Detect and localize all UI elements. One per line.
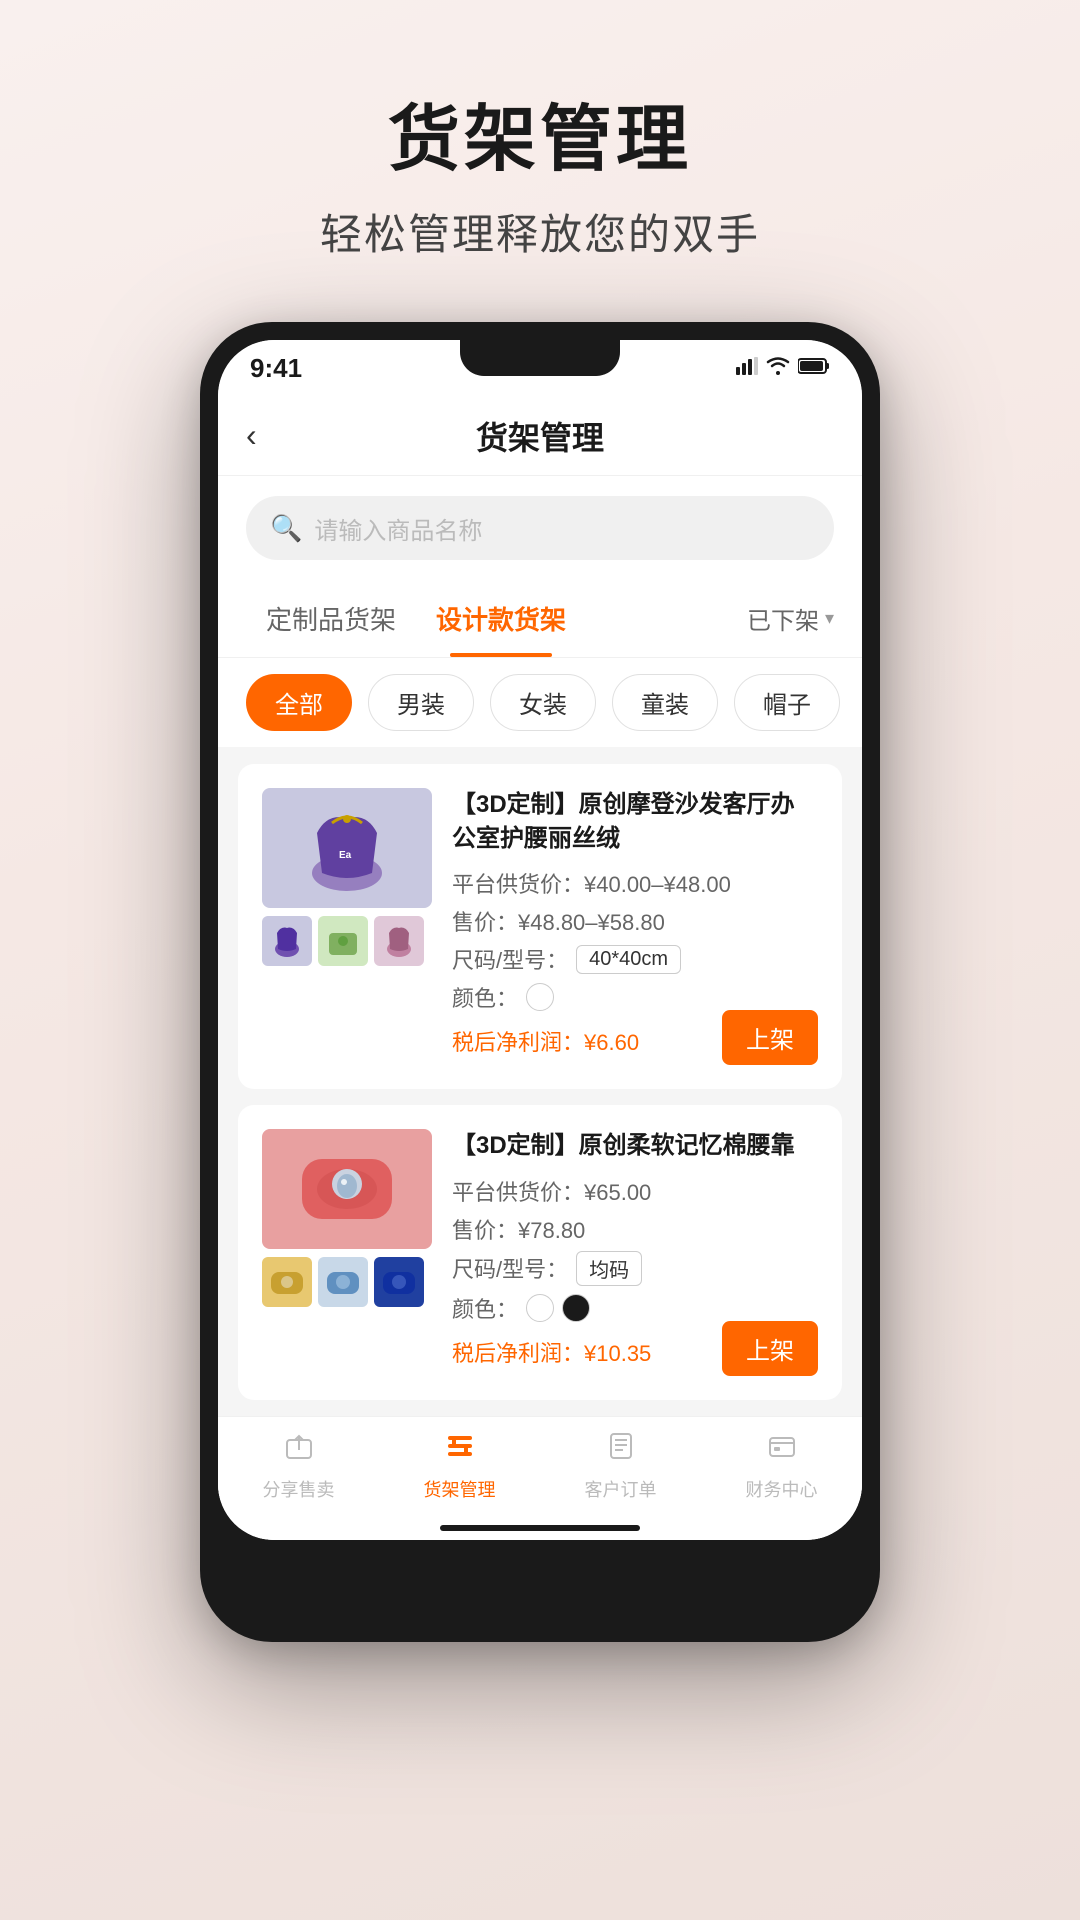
product-card-2: 【3D定制】原创柔软记忆棉腰靠 平台供货价：¥65.00 售价：¥78.80 尺… — [238, 1105, 842, 1400]
product-list: Ea — [218, 748, 862, 1416]
product-image-main-1: Ea — [262, 788, 432, 908]
product-image-wrap-2 — [262, 1129, 432, 1376]
product-size-row-1: 尺码/型号： 40*40cm — [452, 943, 818, 975]
nav-label-shelf: 货架管理 — [424, 1476, 496, 1502]
battery-icon — [798, 355, 830, 381]
product-platform-price-1: 平台供货价：¥40.00–¥48.00 — [452, 867, 818, 899]
category-kids[interactable]: 童装 — [612, 674, 718, 731]
status-icons — [736, 355, 830, 381]
product-thumb-2c — [374, 1257, 424, 1307]
color-swatch-black-2 — [562, 1294, 590, 1322]
phone-inner: 9:41 — [218, 340, 862, 1540]
tab-design[interactable]: 设计款货架 — [416, 580, 586, 657]
product-thumb-1a — [262, 916, 312, 966]
shelf-icon — [444, 1430, 476, 1470]
phone-frame: 9:41 — [200, 322, 880, 1642]
product-color-row-2: 颜色： — [452, 1292, 818, 1324]
nav-label-order: 客户订单 — [585, 1476, 657, 1502]
search-section: 🔍 请输入商品名称 — [218, 476, 862, 580]
product-sale-price-2: 售价：¥78.80 — [452, 1213, 818, 1245]
share-icon — [283, 1430, 315, 1470]
product-card-1: Ea — [238, 764, 842, 1089]
product-thumbs-2 — [262, 1257, 432, 1307]
product-name-2: 【3D定制】原创柔软记忆棉腰靠 — [452, 1129, 818, 1163]
nav-item-share[interactable]: 分享售卖 — [218, 1430, 379, 1502]
category-hat[interactable]: 帽子 — [734, 674, 840, 731]
category-all[interactable]: 全部 — [246, 674, 352, 731]
order-icon — [605, 1430, 637, 1470]
product-thumb-1b — [318, 916, 368, 966]
product-thumb-2b — [318, 1257, 368, 1307]
page-header: 货架管理 轻松管理释放您的双手 — [320, 80, 760, 262]
nav-item-shelf[interactable]: 货架管理 — [379, 1430, 540, 1502]
notch — [460, 340, 620, 376]
nav-item-order[interactable]: 客户订单 — [540, 1430, 701, 1502]
category-men[interactable]: 男装 — [368, 674, 474, 731]
size-label-2: 尺码/型号： — [452, 1252, 568, 1284]
product-sale-price-1: 售价：¥48.80–¥58.80 — [452, 905, 818, 937]
product-image-main-2 — [262, 1129, 432, 1249]
tab-custom[interactable]: 定制品货架 — [246, 580, 416, 657]
color-swatch-white-2 — [526, 1294, 554, 1322]
nav-label-share: 分享售卖 — [263, 1476, 335, 1502]
size-tag-1: 40*40cm — [576, 945, 681, 974]
size-label-1: 尺码/型号： — [452, 943, 568, 975]
search-bar[interactable]: 🔍 请输入商品名称 — [246, 496, 834, 560]
page-main-title: 货架管理 — [320, 80, 760, 185]
product-size-row-2: 尺码/型号： 均码 — [452, 1251, 818, 1286]
nav-label-finance: 财务中心 — [746, 1476, 818, 1502]
search-placeholder-text: 请输入商品名称 — [314, 511, 482, 546]
finance-icon — [766, 1430, 798, 1470]
chevron-down-icon: ▾ — [825, 608, 834, 629]
back-button[interactable]: ‹ — [246, 417, 294, 454]
tabs-left: 定制品货架 设计款货架 — [246, 580, 586, 657]
wifi-icon — [766, 355, 790, 381]
home-bar — [440, 1525, 640, 1531]
tabs-section: 定制品货架 设计款货架 已下架 ▾ — [218, 580, 862, 658]
status-filter[interactable]: 已下架 ▾ — [747, 601, 834, 636]
product-name-1: 【3D定制】原创摩登沙发客厅办公室护腰丽丝绒 — [452, 788, 818, 855]
product-thumbs-1 — [262, 916, 432, 966]
product-image-wrap-1: Ea — [262, 788, 432, 1065]
signal-icon — [736, 355, 758, 381]
nav-title: 货架管理 — [294, 413, 786, 459]
color-label-1: 颜色： — [452, 981, 518, 1013]
size-tag-2: 均码 — [576, 1251, 642, 1286]
color-swatch-white-1 — [526, 983, 554, 1011]
status-time: 9:41 — [250, 353, 302, 384]
app-content: ‹ 货架管理 🔍 请输入商品名称 定制品货架 设计款货架 — [218, 396, 862, 1540]
category-women[interactable]: 女装 — [490, 674, 596, 731]
home-indicator — [218, 1516, 862, 1540]
action-btn-1[interactable]: 上架 — [722, 1010, 818, 1065]
product-color-row-1: 颜色： — [452, 981, 818, 1013]
action-btn-2[interactable]: 上架 — [722, 1321, 818, 1376]
category-section: 全部 男装 女装 童装 帽子 — [218, 658, 862, 748]
product-thumb-2a — [262, 1257, 312, 1307]
color-label-2: 颜色： — [452, 1292, 518, 1324]
nav-item-finance[interactable]: 财务中心 — [701, 1430, 862, 1502]
product-platform-price-2: 平台供货价：¥65.00 — [452, 1175, 818, 1207]
nav-bar: ‹ 货架管理 — [218, 396, 862, 476]
bag-illustration: Ea — [297, 803, 397, 893]
search-icon: 🔍 — [270, 513, 302, 544]
product-thumb-1c — [374, 916, 424, 966]
bottom-nav: 分享售卖 货架管理 客户订单 — [218, 1416, 862, 1516]
svg-text:Ea: Ea — [339, 850, 352, 861]
pillow-illustration — [292, 1144, 402, 1234]
status-bar: 9:41 — [218, 340, 862, 396]
status-filter-label: 已下架 — [747, 601, 819, 636]
page-subtitle: 轻松管理释放您的双手 — [320, 201, 760, 262]
